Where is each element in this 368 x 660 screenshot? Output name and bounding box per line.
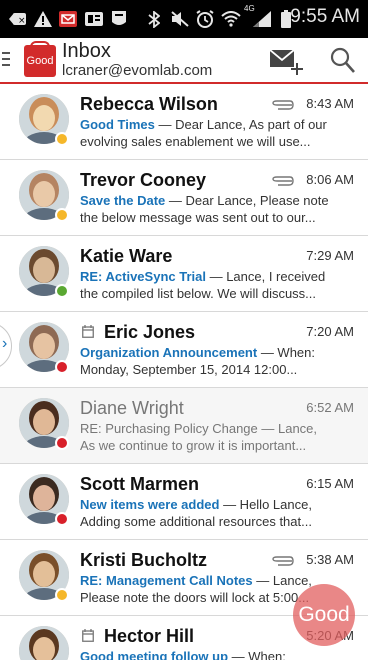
message-subject: Good meeting follow up — [80, 649, 229, 660]
message-row[interactable]: Rebecca Wilson 8:43 AM Good Times — Dear L… — [0, 84, 368, 160]
message-time: 8:06 AM — [306, 172, 354, 187]
message-subject: New items were added — [80, 497, 220, 512]
message-row[interactable]: Trevor Cooney 8:06 AM Save the Date — Dear… — [0, 160, 368, 236]
message-row[interactable]: Eric Jones 7:20 AM Organization Announceme… — [0, 312, 368, 388]
attachment-icon — [272, 97, 294, 110]
message-time: 6:15 AM — [306, 476, 354, 491]
message-preview-continued: Monday, September 15, 2014 12:00... — [80, 362, 298, 377]
calendar-icon — [82, 629, 94, 642]
bluetooth-icon — [146, 10, 162, 28]
network-label: 4G — [244, 4, 255, 13]
good-logo[interactable]: Good — [24, 45, 56, 77]
app-bar: Good Inbox lcraner@evomlab.com — [0, 38, 368, 84]
presence-indicator — [55, 132, 69, 146]
signal-icon: 4G — [244, 4, 274, 28]
menu-icon[interactable] — [2, 52, 10, 68]
good-launcher-button[interactable]: Good — [293, 584, 355, 646]
attachment-icon — [272, 553, 294, 566]
back-icon: × — [8, 10, 28, 28]
message-time: 6:52 AM — [306, 400, 354, 415]
sender-name: Hector Hill — [104, 626, 195, 646]
message-preview-continued: Adding some additional resources that... — [80, 514, 312, 529]
message-preview-continued: the below message was sent out to our... — [80, 210, 316, 225]
presence-indicator — [55, 360, 69, 374]
calendar-icon — [82, 325, 94, 338]
sender-name: Eric Jones — [104, 322, 196, 342]
mute-icon — [170, 10, 190, 28]
status-bar: × 4G 9:55 AM — [0, 0, 368, 38]
subject-line: Organization Announcement — When: — [80, 345, 340, 360]
message-subject: RE: Purchasing Policy Change — [80, 421, 258, 436]
warning-icon — [33, 10, 53, 28]
message-subject: Organization Announcement — [80, 345, 258, 360]
mail-icon — [58, 10, 78, 28]
page-title: Inbox — [62, 40, 111, 62]
badge-icon — [84, 10, 104, 28]
sender-name: Katie Ware — [80, 246, 173, 266]
sender-name: Scott Marmen — [80, 474, 200, 494]
compose-icon[interactable] — [269, 48, 304, 76]
message-row[interactable]: Katie Ware 7:29 AM RE: ActiveSync Trial — … — [0, 236, 368, 312]
message-preview: — Lance, — [257, 421, 318, 436]
message-subject: RE: Management Call Notes — [80, 573, 253, 588]
svg-text:×: × — [18, 16, 26, 26]
message-row[interactable]: Diane Wright 6:52 AM RE: Purchasing Policy… — [0, 388, 368, 464]
subject-line: RE: Purchasing Policy Change — Lance, — [80, 421, 340, 436]
message-time: 7:29 AM — [306, 248, 354, 263]
presence-indicator — [55, 436, 69, 450]
sender-name: Rebecca Wilson — [80, 94, 218, 114]
subject-line: Good Times — Dear Lance, As part of our — [80, 117, 340, 132]
fab-label: Good — [298, 603, 350, 626]
chevron-right-icon: › — [2, 335, 8, 352]
message-subject: RE: ActiveSync Trial — [80, 269, 206, 284]
logo-text: Good — [26, 55, 54, 67]
message-preview: — Lance, — [252, 573, 312, 588]
presence-indicator — [55, 208, 69, 222]
account-email: lcraner@evomlab.com — [62, 62, 213, 79]
subject-line: Save the Date — Dear Lance, Please note — [80, 193, 340, 208]
search-icon[interactable] — [330, 46, 356, 74]
message-preview-continued: the compiled list below. We will discuss… — [80, 286, 317, 301]
message-time: 7:20 AM — [306, 324, 354, 339]
message-preview: — When: — [257, 345, 315, 360]
avatar[interactable] — [19, 626, 69, 660]
clock: 9:55 AM — [290, 6, 360, 27]
presence-indicator — [55, 588, 69, 602]
presence-indicator — [55, 512, 69, 526]
nfl-icon — [110, 10, 128, 28]
sender-name: Kristi Bucholtz — [80, 550, 208, 570]
message-row[interactable]: Scott Marmen 6:15 AM New items were added … — [0, 464, 368, 540]
message-preview-continued: As we continue to grow it is important..… — [80, 438, 307, 453]
subject-line: RE: ActiveSync Trial — Lance, I received — [80, 269, 340, 284]
alarm-icon — [195, 10, 215, 28]
message-time: 8:43 AM — [306, 96, 354, 111]
message-subject: Save the Date — [80, 193, 166, 208]
presence-indicator — [55, 284, 69, 298]
message-time: 5:38 AM — [306, 552, 354, 567]
message-preview: — Dear Lance, Please note — [165, 193, 329, 208]
message-preview: — Dear Lance, As part of our — [154, 117, 327, 132]
subject-line: New items were added — Hello Lance, — [80, 497, 340, 512]
sender-name: Trevor Cooney — [80, 170, 207, 190]
subject-line: RE: Management Call Notes — Lance, — [80, 573, 340, 588]
message-preview: — Lance, I received — [205, 269, 326, 284]
message-preview-continued: evolving sales enablement we will use... — [80, 134, 311, 149]
message-preview: — Hello Lance, — [219, 497, 312, 512]
sender-name: Diane Wright — [80, 398, 184, 418]
subject-line: Good meeting follow up — When: — [80, 649, 340, 660]
wifi-icon — [220, 10, 242, 28]
message-preview: — When: — [228, 649, 286, 660]
message-subject: Good Times — [80, 117, 155, 132]
attachment-icon — [272, 173, 294, 186]
